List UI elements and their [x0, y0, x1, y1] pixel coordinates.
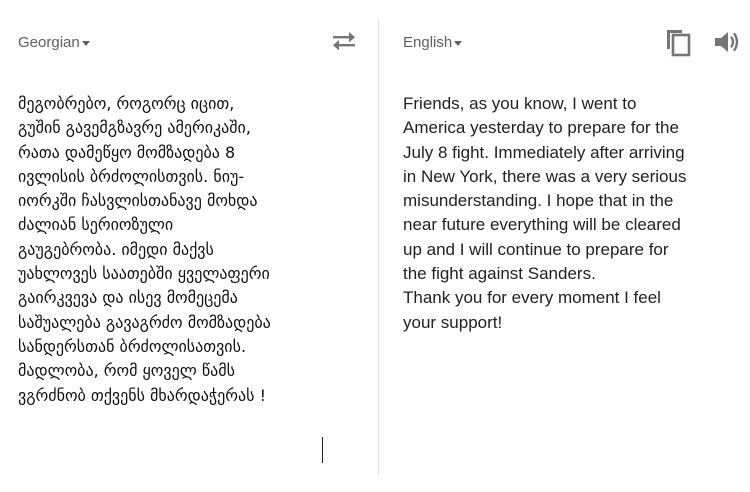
chevron-down-icon [454, 40, 463, 46]
source-language-label: Georgian [18, 34, 80, 51]
listen-button[interactable] [713, 29, 741, 55]
target-language-label: English [403, 34, 453, 51]
source-language-selector[interactable]: Georgian [18, 34, 90, 51]
copy-icon [667, 30, 691, 57]
chevron-down-icon [81, 40, 90, 46]
speaker-icon [715, 32, 739, 52]
text-cursor [322, 437, 323, 463]
translation-text: Friends, as you know, I went to America … [403, 94, 687, 332]
source-pane: Georgian მეგობრებო, როგორც იცით, გუშინ გ… [0, 0, 378, 492]
source-text[interactable]: მეგობრებო, როგორც იცით, გუშინ გავემგზავრ… [18, 92, 368, 408]
target-language-selector[interactable]: English [403, 34, 463, 51]
swap-languages-button[interactable] [331, 30, 357, 52]
copy-translation-button[interactable] [664, 27, 692, 57]
swap-languages-icon [333, 32, 355, 51]
